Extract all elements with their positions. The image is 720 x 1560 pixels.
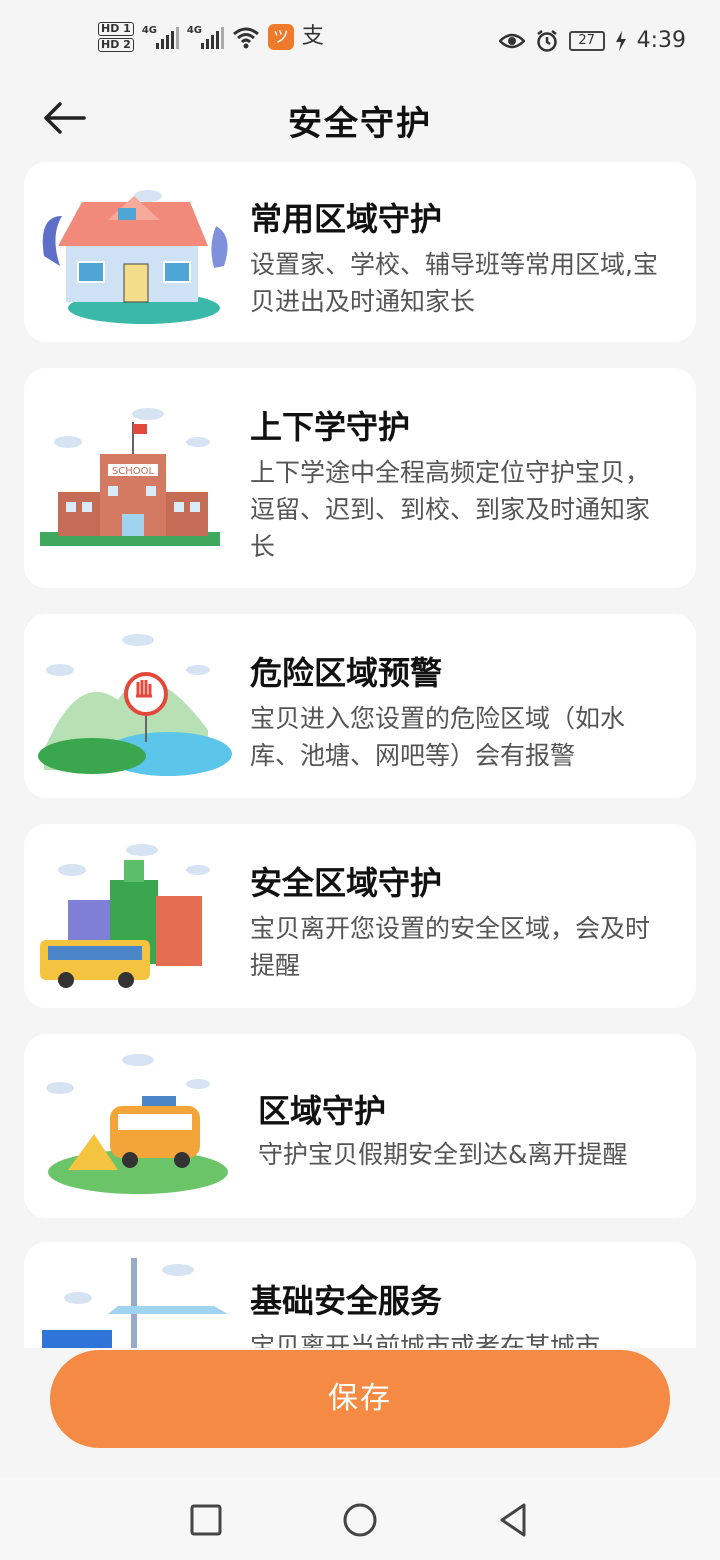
app-header: 安全守护 — [0, 88, 720, 152]
house-icon — [42, 190, 228, 324]
card-description: 上下学途中全程高频定位守护宝贝，逗留、迟到、到校、到家及时通知家长 — [250, 458, 651, 561]
signal-icon: 4G — [142, 25, 179, 49]
card-title: 基础安全服务 — [250, 1282, 443, 1320]
card-title: 危险区域预警 — [250, 654, 443, 692]
save-button[interactable]: 保存 — [50, 1350, 670, 1448]
card-title: 常用区域守护 — [250, 200, 443, 238]
card-description: 守护宝贝假期安全到达&离开提醒 — [258, 1140, 628, 1169]
eye-icon — [498, 33, 525, 48]
card-description: 宝贝离开当前城市或者在某城市 — [250, 1332, 601, 1348]
school-sign-text: SCHOOL — [112, 466, 155, 477]
card-description: 设置家、学校、辅导班等常用区域,宝贝进出及时通知家长 — [250, 250, 658, 316]
home-icon[interactable] — [340, 1500, 380, 1540]
card-area-guard[interactable]: 区域守护 守护宝贝假期安全到达&离开提醒 — [24, 1034, 696, 1218]
recent-apps-icon[interactable] — [186, 1500, 226, 1540]
charging-icon — [615, 30, 626, 51]
alarm-icon — [536, 29, 557, 52]
city-travel-icon — [42, 1258, 228, 1348]
clock: 4:39 — [636, 28, 686, 53]
camping-van-icon — [46, 1054, 228, 1194]
card-basic-safety[interactable]: 基础安全服务 宝贝离开当前城市或者在某城市 — [24, 1242, 696, 1348]
card-description: 宝贝离开您设置的安全区域，会及时提醒 — [250, 914, 651, 980]
card-danger-zone[interactable]: 危险区域预警 宝贝进入您设置的危险区域（如水库、池塘、网吧等）会有报警 — [24, 614, 696, 798]
hd1-badge: HD 1 — [98, 22, 134, 36]
card-safe-zone[interactable]: 安全区域守护 宝贝离开您设置的安全区域，会及时提醒 — [24, 824, 696, 1008]
card-school-commute[interactable]: SCHOOL 上下学守护 上下学途中全程高频定位守护宝贝，逗留、迟到、到校、到家… — [24, 368, 696, 588]
hd-indicator: HD 1 HD 2 — [98, 22, 134, 52]
system-nav-bar — [0, 1478, 720, 1560]
hd2-badge: HD 2 — [98, 38, 134, 52]
school-icon: SCHOOL — [40, 408, 220, 546]
card-title: 区域守护 — [258, 1092, 387, 1130]
notification-app-icon: ツ — [267, 24, 294, 50]
card-title: 安全区域守护 — [250, 864, 443, 902]
card-description: 宝贝进入您设置的危险区域（如水库、池塘、网吧等）会有报警 — [250, 704, 626, 770]
status-bar: HD 1 HD 2 4G 4G ツ 支 27 4:39 — [0, 0, 720, 88]
page-title: 安全守护 — [288, 104, 432, 144]
card-title: 上下学守护 — [250, 408, 411, 446]
card-common-area[interactable]: 常用区域守护 设置家、学校、辅导班等常用区域,宝贝进出及时通知家长 — [24, 162, 696, 342]
danger-zone-icon — [38, 634, 232, 776]
battery-icon: 27 — [568, 30, 605, 51]
wifi-icon — [232, 27, 259, 49]
city-bus-icon — [40, 844, 210, 988]
signal-icon-2: 4G — [187, 25, 224, 49]
back-icon[interactable] — [494, 1500, 534, 1540]
guard-list: 常用区域守护 设置家、学校、辅导班等常用区域,宝贝进出及时通知家长 SCHOOL… — [0, 160, 720, 1348]
alipay-icon: 支 — [301, 24, 324, 49]
